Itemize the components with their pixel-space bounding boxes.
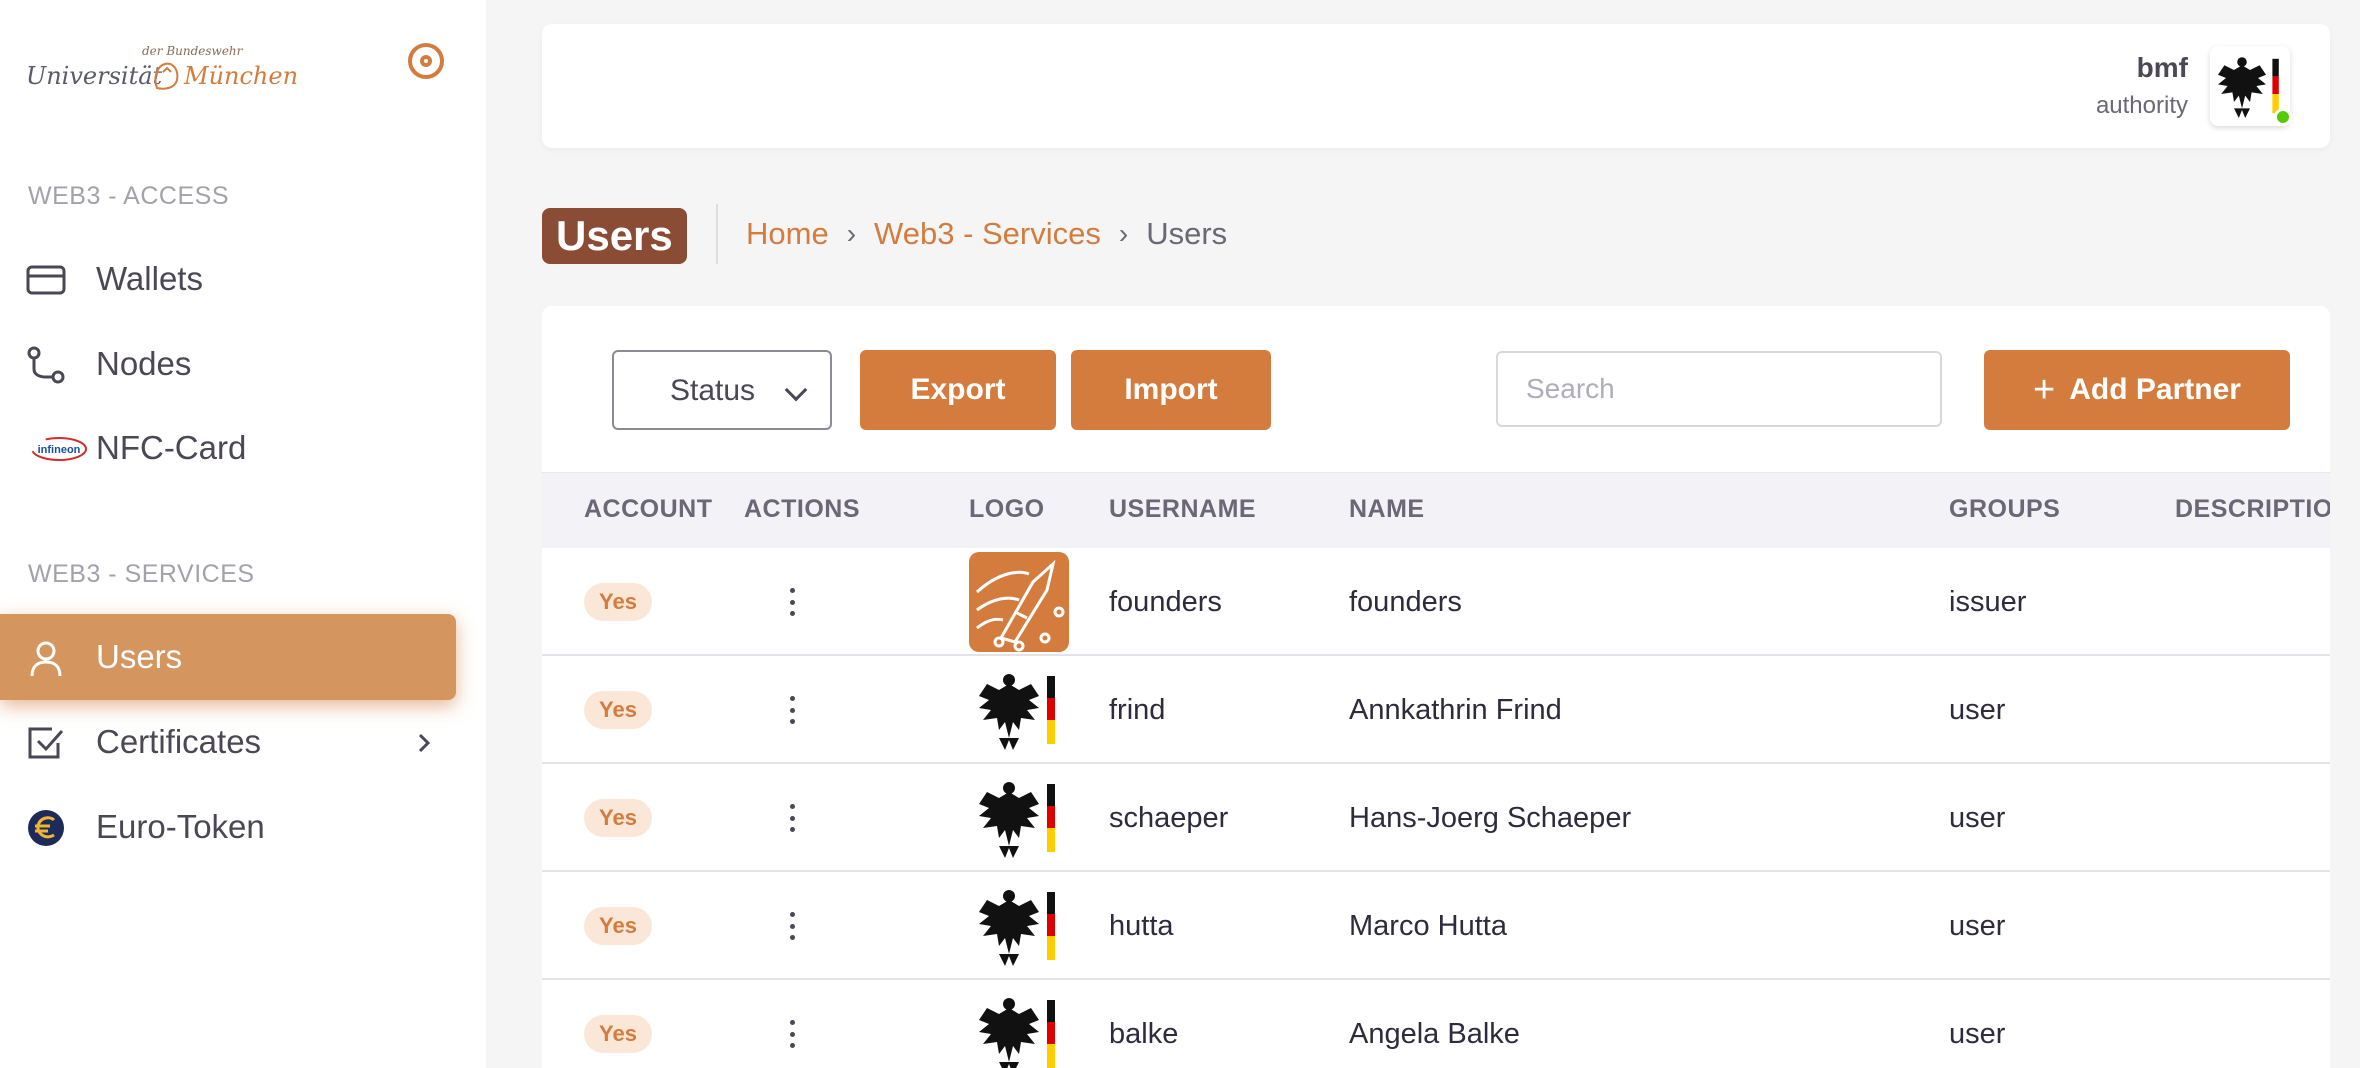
avatar[interactable] [2210, 46, 2292, 126]
username-cell: balke [1109, 1018, 1179, 1050]
sidebar: Universität der Bundeswehr München WEB3 … [0, 0, 486, 1068]
plus-icon: + [2033, 369, 2056, 411]
group-cell: user [1949, 694, 2006, 726]
founders-rocket-logo [969, 552, 1069, 652]
breadcrumb-current: Users [1146, 216, 1228, 251]
column-header-logo: LOGO [969, 495, 1045, 523]
chevron-right-icon: › [846, 218, 857, 249]
name-cell: founders [1349, 586, 1462, 618]
breadcrumb: Home › Web3 - Services › Users [746, 216, 1227, 252]
federal-eagle-logo [969, 768, 1069, 868]
sidebar-item-users[interactable]: Users [0, 614, 456, 700]
username-cell: founders [1109, 586, 1222, 618]
brand-line1: Universität [26, 62, 163, 90]
status-filter-select[interactable]: Status [612, 350, 832, 430]
username-cell: hutta [1109, 910, 1174, 942]
account-status-badge: Yes [584, 907, 652, 945]
more-actions-icon[interactable] [782, 802, 802, 834]
table-row[interactable]: Yes frind Annkathrin Frind user [542, 656, 2330, 764]
name-cell: Angela Balke [1349, 1018, 1520, 1050]
sidebar-collapse-toggle[interactable] [408, 43, 444, 79]
group-cell: issuer [1949, 586, 2027, 618]
chevron-right-icon [418, 733, 431, 753]
brand-line-small: der Bundeswehr [142, 44, 243, 58]
search-input[interactable] [1496, 351, 1942, 427]
add-partner-button[interactable]: + Add Partner [1984, 350, 2290, 430]
account-status-badge: Yes [584, 583, 652, 621]
more-actions-icon[interactable] [782, 910, 802, 942]
infineon-logo-icon: infineon [30, 429, 88, 469]
breadcrumb-home[interactable]: Home [746, 216, 829, 252]
user-name: bmf [2136, 52, 2188, 83]
column-header-account[interactable]: ACCOUNT [584, 495, 713, 524]
username-cell: frind [1109, 694, 1166, 726]
chevron-right-icon: › [1118, 218, 1129, 249]
owl-mark-icon [154, 62, 179, 90]
table-row[interactable]: Yes schaeper Hans-Joerg Schaeper user [542, 764, 2330, 872]
brand-line2: München [184, 62, 299, 90]
name-cell: Annkathrin Frind [1349, 694, 1562, 726]
more-actions-icon[interactable] [782, 694, 802, 726]
sidebar-item-wallets[interactable]: Wallets [0, 236, 456, 322]
more-actions-icon[interactable] [782, 1018, 802, 1050]
column-header-actions: ACTIONS [744, 495, 860, 523]
sidebar-item-nodes[interactable]: Nodes [0, 321, 456, 407]
table-row[interactable]: Yes balke Angela Balke user [542, 980, 2330, 1068]
user-role: authority [2095, 92, 2188, 119]
sidebar-item-certificates[interactable]: Certificates [0, 699, 456, 785]
column-header-groups[interactable]: GROUPS [1949, 495, 2060, 524]
sidebar-item-label: Certificates [96, 723, 262, 760]
username-cell: schaeper [1109, 802, 1229, 834]
account-status-badge: Yes [584, 799, 652, 837]
column-header-description[interactable]: DESCRIPTIO [2175, 495, 2330, 524]
column-header-name[interactable]: NAME [1349, 495, 1425, 524]
sidebar-item-label: NFC-Card [96, 429, 247, 466]
sidebar-item-label: Nodes [96, 345, 192, 382]
title-divider [716, 204, 718, 264]
more-actions-icon[interactable] [782, 586, 802, 618]
user-icon [26, 638, 66, 678]
name-cell: Marco Hutta [1349, 910, 1507, 942]
table-row[interactable]: Yes founders founders issuer [542, 548, 2330, 656]
users-table-card: Status Export Import + Add Partner ACCOU… [542, 306, 2330, 1068]
sidebar-item-label: Euro-Token [96, 808, 265, 845]
breadcrumb-web3-services[interactable]: Web3 - Services [874, 216, 1101, 252]
federal-eagle-logo [969, 660, 1069, 760]
chevron-down-icon [784, 378, 808, 402]
group-cell: user [1949, 910, 2006, 942]
credit-card-icon [26, 260, 66, 300]
page-title: Users [542, 208, 687, 264]
import-button[interactable]: Import [1071, 350, 1271, 430]
table-row[interactable]: Yes hutta Marco Hutta user [542, 872, 2330, 980]
sidebar-item-euro-token[interactable]: Euro-Token [0, 784, 456, 870]
university-logo[interactable]: Universität der Bundeswehr München [26, 44, 298, 100]
federal-eagle-logo [969, 984, 1069, 1068]
table-header: ACCOUNT ACTIONS LOGO USERNAME NAME GROUP… [542, 472, 2330, 548]
column-header-username[interactable]: USERNAME [1109, 495, 1256, 524]
name-cell: Hans-Joerg Schaeper [1349, 802, 1632, 834]
online-status-dot [2274, 108, 2292, 126]
export-button[interactable]: Export [860, 350, 1056, 430]
account-status-badge: Yes [584, 691, 652, 729]
euro-token-icon [26, 808, 66, 848]
federal-eagle-logo [969, 876, 1069, 976]
account-status-badge: Yes [584, 1015, 652, 1053]
route-icon [26, 345, 66, 385]
sidebar-item-nfc-card[interactable]: infineon NFC-Card [0, 405, 456, 491]
checkbox-icon [26, 723, 66, 763]
section-title-web3-access: WEB3 - ACCESS [28, 182, 229, 210]
status-filter-label: Status [670, 374, 756, 407]
top-bar: bmf authority [542, 24, 2330, 148]
group-cell: user [1949, 802, 2006, 834]
add-partner-label: Add Partner [2069, 373, 2241, 406]
group-cell: user [1949, 1018, 2006, 1050]
sidebar-item-label: Wallets [96, 260, 203, 297]
svg-text:infineon: infineon [38, 444, 81, 456]
sidebar-item-label: Users [96, 638, 183, 675]
section-title-web3-services: WEB3 - SERVICES [28, 560, 255, 588]
